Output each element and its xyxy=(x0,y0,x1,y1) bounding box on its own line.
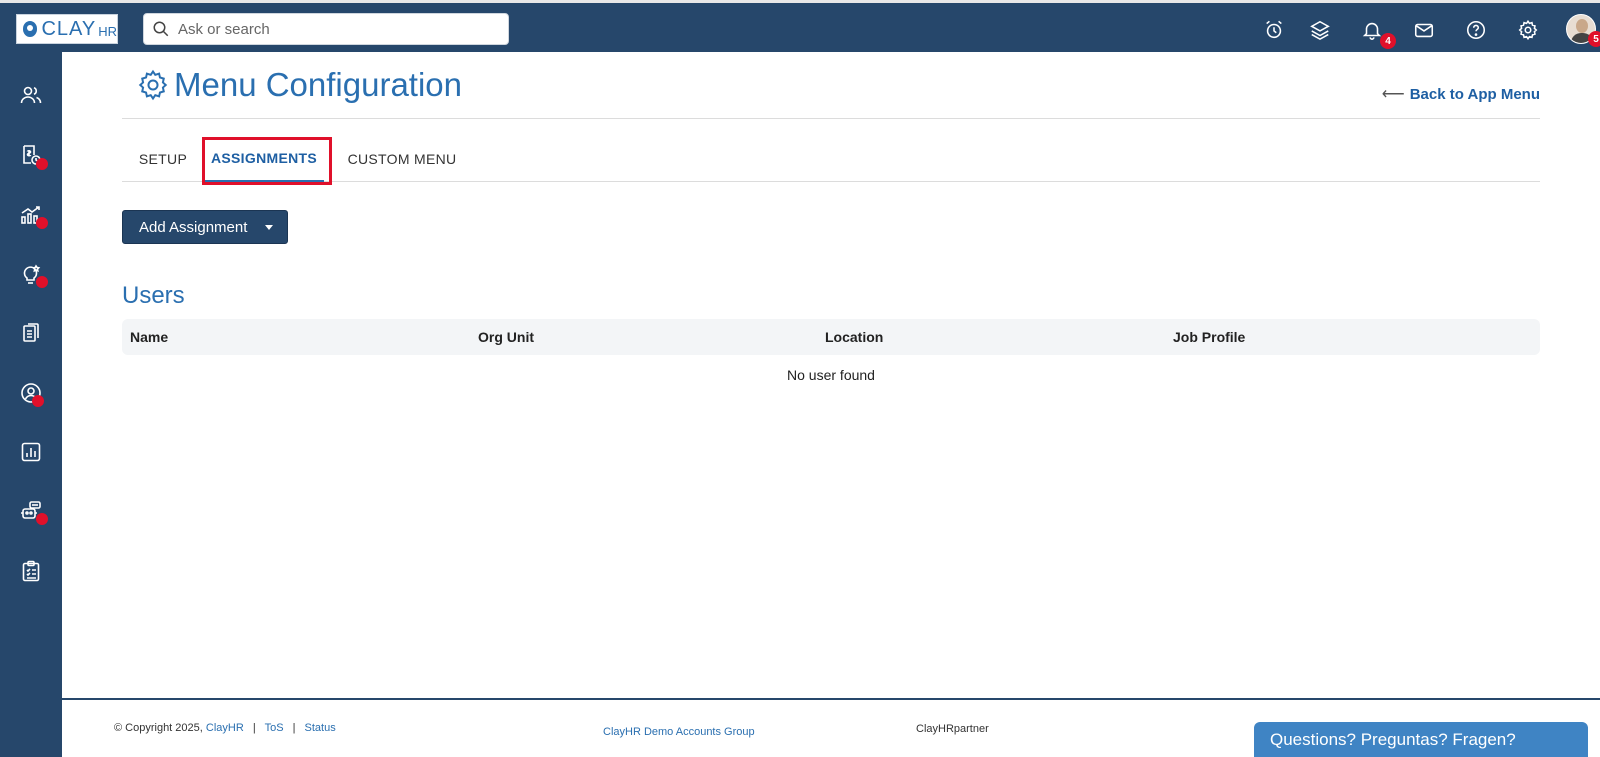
gear-icon xyxy=(1518,19,1538,41)
notifications-badge: 4 xyxy=(1380,33,1396,49)
sidebar-item-reports[interactable] xyxy=(16,437,46,467)
profile-alert-dot xyxy=(32,395,44,407)
page-title: Menu Configuration xyxy=(174,66,463,103)
search-icon xyxy=(153,21,169,37)
column-header-location[interactable]: Location xyxy=(825,319,883,355)
messages-button[interactable] xyxy=(1410,16,1438,44)
tab-custom-menu[interactable]: CUSTOM MENU xyxy=(340,136,464,182)
table-header: Name Org Unit Location Job Profile xyxy=(122,319,1540,355)
column-header-job-profile[interactable]: Job Profile xyxy=(1173,319,1245,355)
gear-icon xyxy=(138,69,168,101)
alarm-clock-icon xyxy=(1266,20,1282,39)
payroll-alert-dot xyxy=(36,158,48,170)
sidebar xyxy=(0,52,62,757)
clayhr-link[interactable]: ClayHR xyxy=(206,722,244,734)
help-icon xyxy=(1466,20,1486,40)
performance-alert-dot xyxy=(36,217,48,229)
sidebar-item-people[interactable] xyxy=(16,80,46,110)
people-icon xyxy=(20,86,42,104)
settings-button[interactable] xyxy=(1514,16,1542,44)
bar-report-icon xyxy=(21,442,41,462)
ideas-alert-dot xyxy=(36,276,48,288)
users-table: Name Org Unit Location Job Profile No us… xyxy=(122,319,1540,383)
logo-mark-icon xyxy=(23,21,38,37)
header-divider xyxy=(122,118,1540,119)
logo-subtext: HR xyxy=(98,24,117,39)
search-input[interactable] xyxy=(178,20,498,38)
layers-button[interactable] xyxy=(1306,16,1334,44)
back-to-app-menu-link[interactable]: ⟵ Back to App Menu xyxy=(1382,84,1540,104)
top-bar: CLAY HR 4 5 xyxy=(0,0,1600,52)
sidebar-item-documents[interactable] xyxy=(16,318,46,348)
partner-label: ClayHRpartner xyxy=(916,723,989,735)
tab-bar: SETUP ASSIGNMENTS CUSTOM MENU xyxy=(122,136,1540,182)
envelope-icon xyxy=(1414,23,1434,38)
status-link[interactable]: Status xyxy=(305,722,336,734)
tab-assignments[interactable]: ASSIGNMENTS xyxy=(204,136,324,182)
footer-separator: | xyxy=(252,722,256,734)
alarm-clock-button[interactable] xyxy=(1260,16,1288,44)
sidebar-item-checklist[interactable] xyxy=(16,556,46,586)
column-header-name[interactable]: Name xyxy=(130,319,168,355)
main-content: Menu Configuration ⟵ Back to App Menu SE… xyxy=(62,52,1600,757)
assistant-alert-dot xyxy=(36,513,48,525)
page-header: Menu Configuration xyxy=(136,66,462,104)
column-header-org-unit[interactable]: Org Unit xyxy=(478,319,534,355)
avatar-head xyxy=(1576,19,1588,33)
add-assignment-label: Add Assignment xyxy=(139,218,248,236)
clayhr-logo[interactable]: CLAY HR xyxy=(16,14,118,44)
documents-icon xyxy=(23,323,39,342)
chevron-down-icon[interactable] xyxy=(265,224,273,230)
tab-setup[interactable]: SETUP xyxy=(126,136,200,182)
back-arrow-icon: ⟵ xyxy=(1381,86,1405,103)
tos-link[interactable]: ToS xyxy=(265,722,284,734)
footer-links: © Copyright 2025, ClayHR | ToS | Status xyxy=(114,722,336,734)
demo-accounts-group-link[interactable]: ClayHR Demo Accounts Group xyxy=(603,726,755,738)
chat-widget-button[interactable]: Questions? Preguntas? Fragen? xyxy=(1254,722,1588,757)
back-link-label: Back to App Menu xyxy=(1409,85,1540,103)
avatar-badge: 5 xyxy=(1588,31,1600,47)
clipboard-checklist-icon xyxy=(22,560,40,582)
help-button[interactable] xyxy=(1462,16,1490,44)
users-section-title: Users xyxy=(122,282,185,309)
logo-text: CLAY xyxy=(41,17,97,40)
footer-separator: | xyxy=(292,722,296,734)
layers-icon xyxy=(1310,20,1330,41)
copyright-text: © Copyright 2025, xyxy=(114,722,203,734)
empty-state-message: No user found xyxy=(787,367,875,383)
add-assignment-button[interactable]: Add Assignment xyxy=(122,210,288,244)
search-box[interactable] xyxy=(143,13,509,45)
